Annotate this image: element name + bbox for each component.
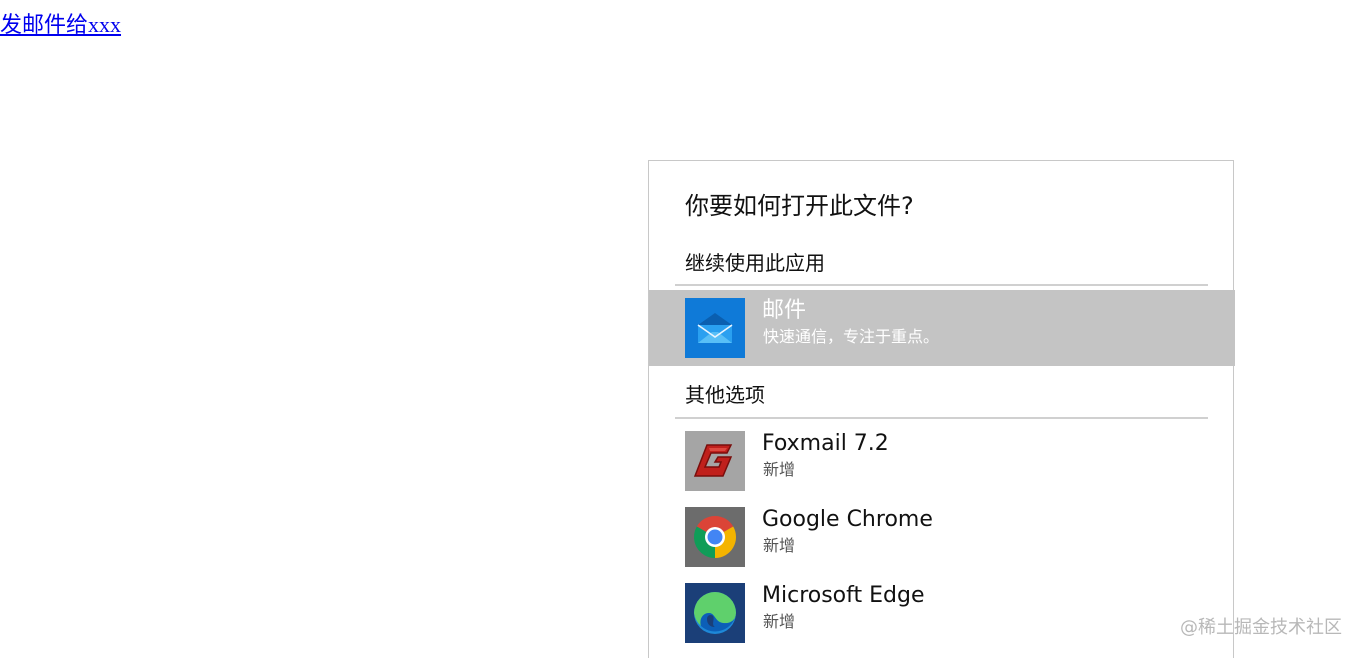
open-with-dialog: 你要如何打开此文件? 继续使用此应用 邮件 快速通信，专注于重点。 其他选项 F…	[648, 160, 1235, 658]
app-option-mail[interactable]: 邮件 快速通信，专注于重点。	[649, 290, 1235, 366]
app-description: 新增	[763, 460, 796, 479]
section-header-other: 其他选项	[685, 383, 765, 407]
page: 发邮件给xxx 你要如何打开此文件? 继续使用此应用 邮件 快速通信，专注于重点…	[0, 0, 1362, 658]
app-description: 新增	[763, 612, 796, 631]
section-divider	[675, 284, 1208, 286]
app-description: 快速通信，专注于重点。	[763, 327, 940, 346]
app-name: Foxmail 7.2	[762, 431, 889, 456]
app-option-edge[interactable]: Microsoft Edge 新增	[649, 575, 1235, 651]
mail-envelope-icon	[685, 298, 745, 358]
section-divider	[675, 417, 1208, 419]
app-description: 新增	[763, 536, 796, 555]
app-option-foxmail[interactable]: Foxmail 7.2 新增	[649, 423, 1235, 499]
chrome-icon	[685, 507, 745, 567]
app-option-chrome[interactable]: Google Chrome 新增	[649, 499, 1235, 575]
app-name: 邮件	[762, 298, 807, 323]
app-name: Google Chrome	[762, 507, 933, 532]
app-name: Microsoft Edge	[762, 583, 925, 608]
send-email-link[interactable]: 发邮件给xxx	[0, 10, 121, 40]
dialog-title: 你要如何打开此文件?	[685, 192, 914, 220]
foxmail-icon	[685, 431, 745, 491]
watermark: @稀土掘金技术社区	[1180, 617, 1342, 638]
edge-icon	[685, 583, 745, 643]
section-header-continue: 继续使用此应用	[685, 251, 825, 275]
